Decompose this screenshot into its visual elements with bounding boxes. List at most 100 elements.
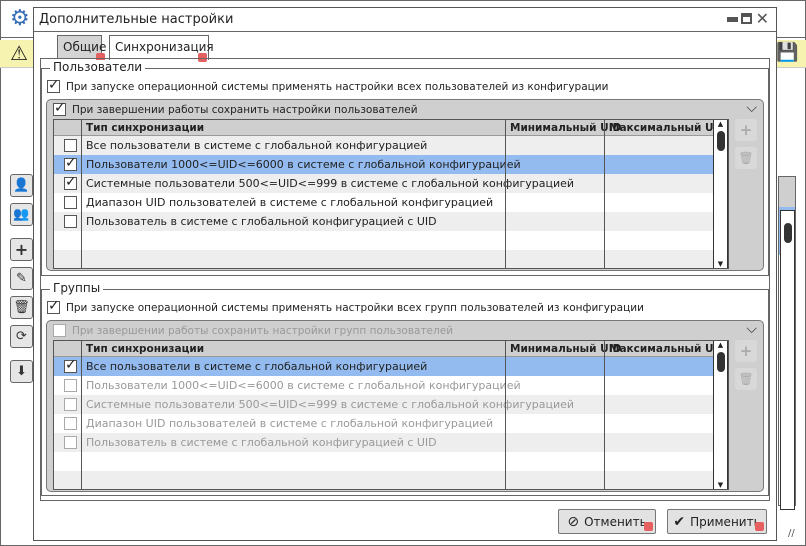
users-panel: При завершении работы сохранить настройк… <box>46 99 764 271</box>
table-scrollbar[interactable]: ▲ ▼ <box>713 120 728 268</box>
resize-grip-icon[interactable]: // <box>788 528 795 539</box>
settings-dialog: Дополнительные настройки ✕ Общие Синхрон… <box>33 7 777 541</box>
table-row[interactable]: Пользователи 1000<=UID<=6000 в системе с… <box>54 155 728 174</box>
download-button[interactable]: ⬇ <box>10 360 33 383</box>
groups-group: Группы При запуске операционной системы … <box>41 281 769 496</box>
sync-type: Пользователи 1000<=UID<=6000 в системе с… <box>86 379 521 392</box>
collapse-chevron-icon[interactable]: ⌵ <box>746 321 757 337</box>
groups-table: Тип синхронизации Минимальный UID Максим… <box>53 340 729 490</box>
checkbox-label: При завершении работы сохранить настройк… <box>72 324 454 337</box>
dialog-title: Дополнительные настройки <box>39 12 234 27</box>
table-row-empty <box>54 452 728 471</box>
gear-icon: ⚙ <box>10 6 30 31</box>
close-icon[interactable]: ✕ <box>756 9 769 28</box>
users-apply-checkbox[interactable]: При запуске операционной системы применя… <box>47 77 609 93</box>
delete-button[interactable]: 🗑 <box>10 296 33 319</box>
groups-save-checkbox[interactable]: При завершении работы сохранить настройк… <box>53 324 453 337</box>
sync-type: Пользователи 1000<=UID<=6000 в системе с… <box>86 158 521 171</box>
collapse-chevron-icon[interactable]: ⌵ <box>746 100 757 116</box>
delete-row-button[interactable]: 🗑 <box>735 368 757 390</box>
row-checkbox[interactable] <box>64 215 77 228</box>
row-checkbox[interactable] <box>64 436 77 449</box>
table-scrollbar[interactable]: ▲ ▼ <box>713 341 728 489</box>
users-group: Пользователи При запуске операционной си… <box>41 60 769 276</box>
cancel-icon: ⊘ <box>567 513 580 530</box>
table-row[interactable]: Диапазон UID пользователей в системе с г… <box>54 193 728 212</box>
table-header: Тип синхронизации Минимальный UID Максим… <box>54 120 728 136</box>
sync-type: Системные пользователи 500<=UID<=999 в с… <box>86 398 575 411</box>
groups-panel: При завершении работы сохранить настройк… <box>46 320 764 492</box>
table-row[interactable]: Системные пользователи 500<=UID<=999 в с… <box>54 174 728 193</box>
add-button[interactable]: + <box>10 238 33 261</box>
table-row[interactable]: Все пользователи в системе с глобальной … <box>54 357 728 376</box>
scroll-thumb[interactable] <box>716 352 725 372</box>
save-lock-icon[interactable]: 💾 <box>776 42 798 63</box>
background-scrollbar[interactable] <box>780 210 795 510</box>
minimize-icon[interactable] <box>727 17 738 22</box>
pin-icon <box>644 522 653 531</box>
table-row-empty <box>54 471 728 489</box>
column-header: Тип синхронизации <box>86 122 205 134</box>
table-row[interactable]: Пользователи 1000<=UID<=6000 в системе с… <box>54 376 728 395</box>
groups-legend: Группы <box>50 281 104 295</box>
contact-button[interactable]: 👤 <box>10 174 33 197</box>
cancel-label: Отменить <box>584 514 647 529</box>
table-row[interactable]: Диапазон UID пользователей в системе с г… <box>54 414 728 433</box>
checkbox-label: При завершении работы сохранить настройк… <box>72 103 418 116</box>
maximize-icon[interactable] <box>741 13 752 24</box>
sync-type: Системные пользователи 500<=UID<=999 в с… <box>86 177 575 190</box>
sync-type: Все пользователи в системе с глобальной … <box>86 360 428 373</box>
delete-row-button[interactable]: 🗑 <box>735 147 757 169</box>
row-checkbox[interactable] <box>64 379 77 392</box>
warning-icon: ⚠ <box>10 41 28 65</box>
checkbox[interactable] <box>47 77 60 93</box>
row-checkbox[interactable] <box>64 357 77 373</box>
apply-button[interactable]: ✔ Применить <box>667 509 767 534</box>
tab-label: Общие <box>63 40 107 54</box>
checkbox[interactable] <box>53 324 66 337</box>
pin-icon <box>755 522 764 531</box>
users-table: Тип синхронизации Минимальный UID Максим… <box>53 119 729 269</box>
apply-label: Применить <box>690 514 761 529</box>
sync-type: Пользователь в системе с глобальной конф… <box>86 215 437 228</box>
checkbox[interactable] <box>47 298 60 314</box>
table-row-empty <box>54 231 728 250</box>
column-header: Максимальный UID <box>609 122 727 134</box>
table-row-empty <box>54 250 728 268</box>
column-header: Тип синхронизации <box>86 343 205 355</box>
sync-type: Диапазон UID пользователей в системе с г… <box>86 196 494 209</box>
users-group-button[interactable]: 👥 <box>10 203 33 226</box>
row-checkbox[interactable] <box>64 417 77 430</box>
row-checkbox[interactable] <box>64 398 77 411</box>
groups-apply-checkbox[interactable]: При запуске операционной системы применя… <box>47 298 644 314</box>
edit-button[interactable]: ✎ <box>10 267 33 290</box>
users-legend: Пользователи <box>50 60 146 74</box>
table-row[interactable]: Пользователь в системе с глобальной конф… <box>54 212 728 231</box>
row-checkbox[interactable] <box>64 139 77 152</box>
checkbox-label: При запуске операционной системы применя… <box>66 80 609 93</box>
add-row-button[interactable]: + <box>735 340 757 362</box>
sync-type: Все пользователи в системе с глобальной … <box>86 139 428 152</box>
refresh-button[interactable]: ⟳ <box>10 325 33 348</box>
scroll-thumb[interactable] <box>716 131 725 151</box>
tab-sync[interactable]: Синхронизация <box>109 35 214 62</box>
dialog-titlebar: Дополнительные настройки ✕ <box>34 8 776 32</box>
column-header: Максимальный UID <box>609 343 727 355</box>
checkbox-label: При запуске операционной системы применя… <box>66 301 644 314</box>
table-row[interactable]: Пользователь в системе с глобальной конф… <box>54 433 728 452</box>
row-checkbox[interactable] <box>64 196 77 209</box>
table-header: Тип синхронизации Минимальный UID Максим… <box>54 341 728 357</box>
tab-general[interactable]: Общие <box>57 35 106 62</box>
checkbox[interactable] <box>53 100 66 116</box>
row-checkbox[interactable] <box>64 174 77 190</box>
cancel-button[interactable]: ⊘ Отменить <box>558 509 656 534</box>
table-row[interactable]: Все пользователи в системе с глобальной … <box>54 136 728 155</box>
add-row-button[interactable]: + <box>735 119 757 141</box>
users-save-checkbox[interactable]: При завершении работы сохранить настройк… <box>53 100 418 116</box>
sync-type: Пользователь в системе с глобальной конф… <box>86 436 437 449</box>
tab-label: Синхронизация <box>115 40 214 54</box>
sync-type: Диапазон UID пользователей в системе с г… <box>86 417 494 430</box>
row-checkbox[interactable] <box>64 155 77 171</box>
table-row[interactable]: Системные пользователи 500<=UID<=999 в с… <box>54 395 728 414</box>
check-icon: ✔ <box>673 513 686 530</box>
